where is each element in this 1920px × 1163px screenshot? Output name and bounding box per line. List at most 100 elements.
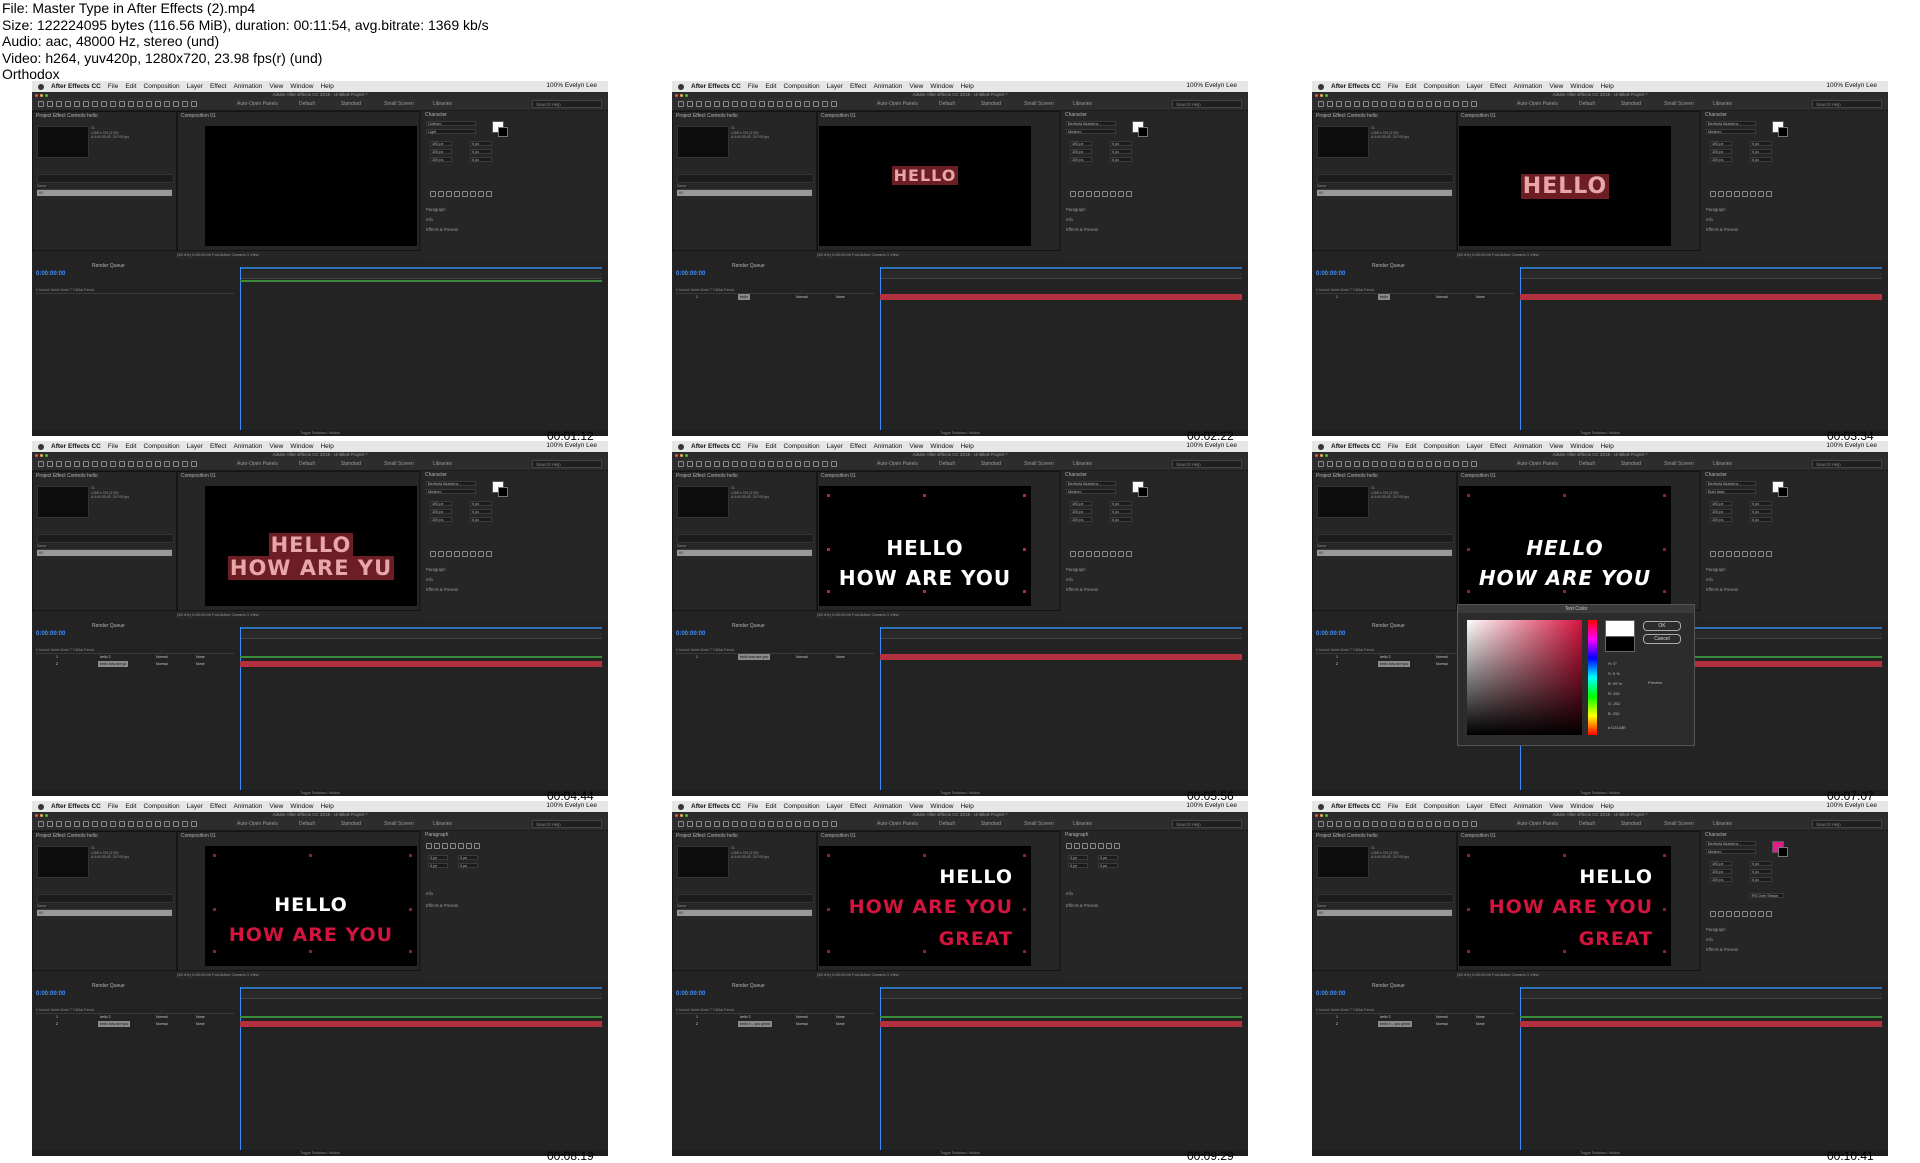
- layer-duration-bar[interactable]: [240, 1016, 602, 1018]
- layer-row[interactable]: 1 hello 2 Normal None: [676, 1014, 874, 1020]
- section-info[interactable]: Info: [1706, 577, 1713, 582]
- tool-icon[interactable]: [1408, 101, 1414, 107]
- tool-icon[interactable]: [128, 101, 134, 107]
- current-time-indicator[interactable]: [240, 627, 241, 796]
- layer-row[interactable]: 2 hello h... you great Normal None: [676, 1021, 874, 1027]
- tool-icon[interactable]: [1408, 821, 1414, 827]
- tool-icon[interactable]: [110, 101, 116, 107]
- tool-icon[interactable]: [83, 821, 89, 827]
- current-time-indicator[interactable]: [1520, 987, 1521, 1156]
- minimize-dot[interactable]: [680, 814, 683, 817]
- align-icon[interactable]: [426, 843, 432, 849]
- tool-icon[interactable]: [182, 821, 188, 827]
- comp-text-line-1[interactable]: HELLO: [1459, 174, 1671, 199]
- current-timecode[interactable]: 0:00:00:00: [36, 271, 65, 277]
- menu-item-help[interactable]: Help: [320, 83, 333, 90]
- section-effects[interactable]: Effects & Presets: [1706, 947, 1738, 952]
- tool-icon[interactable]: [128, 821, 134, 827]
- tool-icon[interactable]: [182, 461, 188, 467]
- size-field[interactable]: 100 px: [1710, 869, 1732, 874]
- layer-bound-handle[interactable]: [1663, 590, 1666, 593]
- layer-bound-handle[interactable]: [213, 950, 216, 953]
- layer-bound-handle[interactable]: [1467, 590, 1470, 593]
- layer-bound-handle[interactable]: [1467, 494, 1470, 497]
- project-item-comp[interactable]: 01: [37, 190, 172, 196]
- tool-icon[interactable]: [1417, 821, 1423, 827]
- panel-tab[interactable]: Paragraph: [425, 832, 448, 838]
- workspace-2[interactable]: Default: [1579, 101, 1595, 107]
- current-time-indicator[interactable]: [1520, 267, 1521, 436]
- menu-item-effect[interactable]: Effect: [210, 83, 227, 90]
- tool-icon[interactable]: [786, 461, 792, 467]
- search-help-input[interactable]: Search Help: [1812, 100, 1882, 108]
- layer-duration-bar[interactable]: [880, 1016, 1242, 1018]
- font-family-field[interactable]: Berthold Akzidenz...: [1706, 481, 1756, 486]
- menu-item-effect[interactable]: Effect: [1490, 803, 1507, 810]
- font-style-field[interactable]: Medium: [1706, 129, 1756, 134]
- tool-icon[interactable]: [1345, 821, 1351, 827]
- workspace-1[interactable]: Auto-Open Panels: [877, 461, 918, 467]
- time-ruler[interactable]: [880, 631, 1242, 639]
- work-area-bar[interactable]: [240, 267, 602, 269]
- project-item-comp[interactable]: 01: [1317, 190, 1452, 196]
- text-style-icon[interactable]: [438, 191, 444, 197]
- layer-row[interactable]: 1 hello how are you Normal None: [676, 654, 874, 660]
- text-style-icon[interactable]: [478, 191, 484, 197]
- tool-icon[interactable]: [813, 101, 819, 107]
- size-field[interactable]: 0 px: [1110, 509, 1132, 514]
- layer-bound-handle[interactable]: [1023, 590, 1026, 593]
- layer-mode[interactable]: Normal: [1436, 294, 1448, 300]
- project-search-input[interactable]: [37, 894, 174, 903]
- text-style-icon[interactable]: [1734, 191, 1740, 197]
- tool-icon[interactable]: [804, 821, 810, 827]
- font-family-field[interactable]: Berthold Akzidenz...: [1706, 841, 1756, 846]
- indent-field[interactable]: 0 px: [1098, 855, 1118, 860]
- tool-icon[interactable]: [155, 461, 161, 467]
- layer-bound-handle[interactable]: [409, 950, 412, 953]
- minimize-dot[interactable]: [680, 454, 683, 457]
- layer-bound-handle[interactable]: [923, 854, 926, 857]
- current-timecode[interactable]: 0:00:00:00: [1316, 631, 1345, 637]
- font-family-field[interactable]: Berthold Akzidenz...: [1066, 481, 1116, 486]
- section-info[interactable]: Info: [426, 577, 433, 582]
- layer-bound-handle[interactable]: [1467, 854, 1470, 857]
- text-style-icon[interactable]: [1086, 191, 1092, 197]
- text-style-icon[interactable]: [1094, 191, 1100, 197]
- size-field[interactable]: 100 px: [430, 149, 452, 154]
- workspace-4[interactable]: Small Screen: [1664, 821, 1694, 827]
- tool-icon[interactable]: [696, 461, 702, 467]
- layer-duration-bar[interactable]: [1520, 1021, 1882, 1027]
- current-time-indicator[interactable]: [880, 987, 881, 1156]
- tool-icon[interactable]: [101, 101, 107, 107]
- text-style-icon[interactable]: [1726, 551, 1732, 557]
- stroke-color-swatch[interactable]: [1778, 487, 1788, 497]
- layer-name[interactable]: hello: [1378, 294, 1390, 300]
- align-icon[interactable]: [1098, 843, 1104, 849]
- menu-item-after-effects-cc[interactable]: After Effects CC: [691, 83, 741, 90]
- current-timecode[interactable]: 0:00:00:00: [36, 631, 65, 637]
- text-style-icon[interactable]: [1126, 191, 1132, 197]
- project-item-comp[interactable]: 01: [677, 910, 812, 916]
- menu-item-composition[interactable]: Composition: [144, 443, 180, 450]
- menu-item-after-effects-cc[interactable]: After Effects CC: [51, 443, 101, 450]
- section-paragraph[interactable]: Paragraph: [1706, 207, 1726, 212]
- size-field[interactable]: 100 px: [430, 517, 452, 522]
- tool-icon[interactable]: [768, 821, 774, 827]
- indent-field[interactable]: 0 px: [1068, 863, 1088, 868]
- tool-icon[interactable]: [1453, 101, 1459, 107]
- ok-button[interactable]: OK: [1643, 621, 1681, 631]
- tool-icon[interactable]: [1318, 461, 1324, 467]
- tool-icon[interactable]: [119, 461, 125, 467]
- text-style-icon[interactable]: [1734, 551, 1740, 557]
- indent-field[interactable]: 0 px: [1098, 863, 1118, 868]
- size-field[interactable]: 100 px: [430, 141, 452, 146]
- comp-text-line-1[interactable]: HELLO: [205, 894, 417, 916]
- minimize-dot[interactable]: [40, 94, 43, 97]
- tool-icon[interactable]: [164, 821, 170, 827]
- close-dot[interactable]: [1315, 94, 1318, 97]
- tool-icon[interactable]: [1417, 461, 1423, 467]
- menu-item-help[interactable]: Help: [960, 83, 973, 90]
- text-style-icon[interactable]: [1726, 191, 1732, 197]
- tool-icon[interactable]: [696, 821, 702, 827]
- zoom-dot[interactable]: [685, 94, 688, 97]
